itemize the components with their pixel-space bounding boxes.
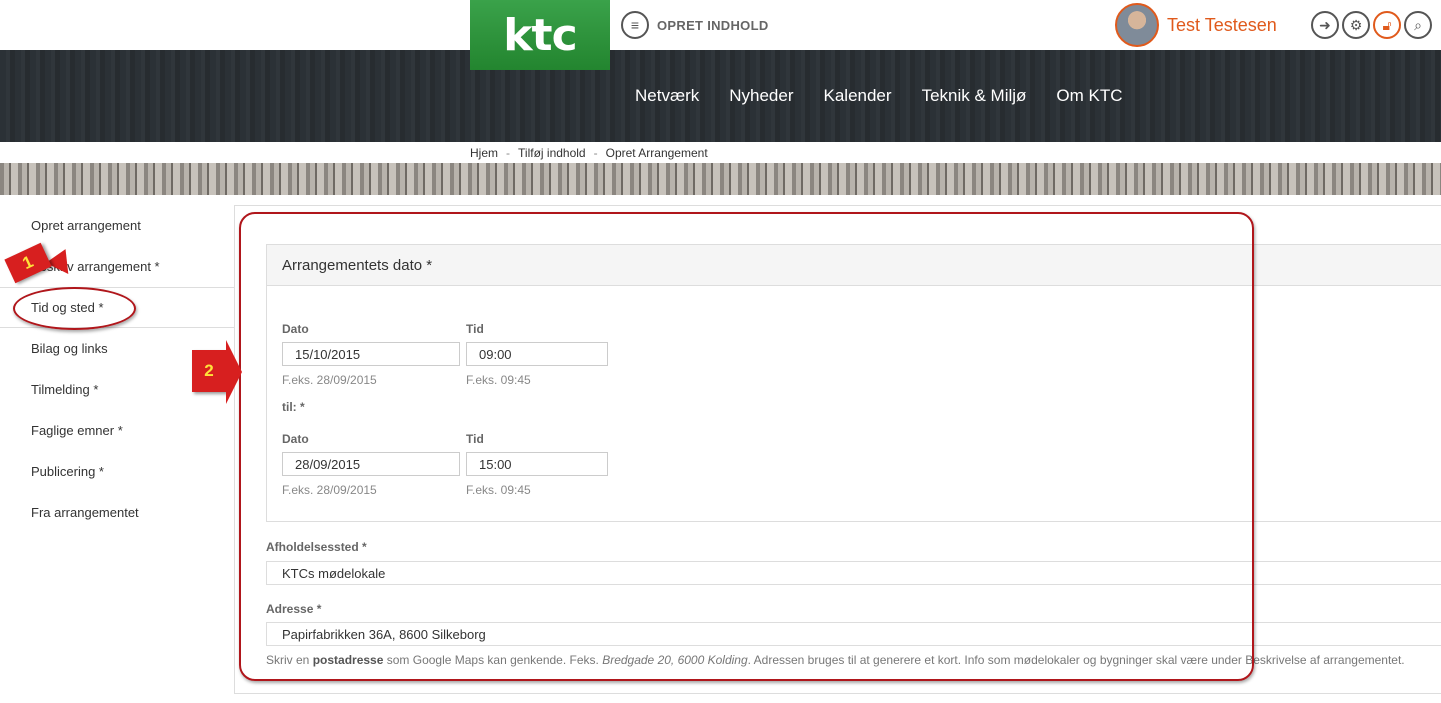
toolbar: ➜ ⚙ 🔓︎ ⌕ [1311, 11, 1432, 39]
gear-icon[interactable]: ⚙ [1342, 11, 1370, 39]
breadcrumb: Hjem - Tilføj indhold - Opret Arrangemen… [470, 146, 708, 160]
breadcrumb-separator: - [593, 146, 598, 160]
nav-item-netvaerk[interactable]: Netværk [635, 86, 699, 106]
top-bar: ktc ≡ OPRET INDHOLD Test Testesen ➜ ⚙ 🔓︎… [0, 0, 1441, 70]
breadcrumb-home[interactable]: Hjem [470, 146, 498, 160]
create-content-label: OPRET INDHOLD [657, 17, 769, 33]
lock-icon[interactable]: 🔓︎ [1373, 11, 1401, 39]
nav-item-om-ktc[interactable]: Om KTC [1056, 86, 1122, 106]
annotation-highlight-box [239, 212, 1254, 681]
sidebar-item-fra-arrangementet[interactable]: Fra arrangementet [0, 492, 235, 533]
main-nav: Netværk Nyheder Kalender Teknik & Miljø … [620, 86, 1123, 106]
avatar[interactable] [1115, 3, 1159, 47]
user-name[interactable]: Test Testesen [1167, 15, 1277, 36]
breadcrumb-add-content[interactable]: Tilføj indhold [518, 146, 586, 160]
search-icon[interactable]: ⌕ [1404, 11, 1432, 39]
ktc-logo[interactable]: ktc [470, 0, 610, 70]
nav-item-teknik-miljo[interactable]: Teknik & Miljø [922, 86, 1027, 106]
annotation-marker-2: 2 [192, 350, 226, 392]
create-content-button[interactable]: ≡ OPRET INDHOLD [621, 11, 769, 39]
sidebar-item-publicering[interactable]: Publicering * [0, 451, 235, 492]
nav-item-kalender[interactable]: Kalender [824, 86, 892, 106]
nav-item-nyheder[interactable]: Nyheder [729, 86, 793, 106]
user-menu[interactable]: Test Testesen [1115, 3, 1277, 47]
decorative-banner-strip [0, 163, 1441, 195]
breadcrumb-separator: - [506, 146, 511, 160]
annotation-arrow-2 [226, 340, 242, 404]
edit-list-icon: ≡ [621, 11, 649, 39]
breadcrumb-current: Opret Arrangement [605, 146, 708, 160]
annotation-highlight-oval [13, 287, 136, 330]
download-icon[interactable]: ➜ [1311, 11, 1339, 39]
sidebar-item-opret[interactable]: Opret arrangement [0, 205, 235, 246]
sidebar-item-faglige-emner[interactable]: Faglige emner * [0, 410, 235, 451]
